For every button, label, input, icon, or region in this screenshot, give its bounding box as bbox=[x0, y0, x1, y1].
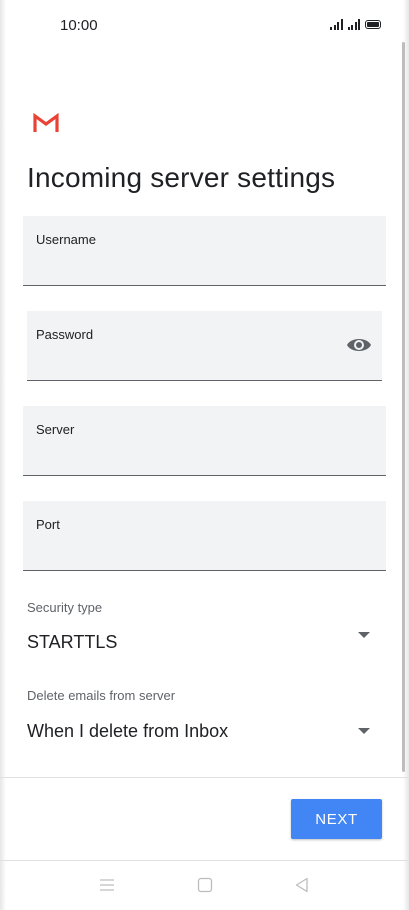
security-type-select[interactable]: STARTTLS bbox=[23, 620, 386, 660]
gmail-logo bbox=[33, 113, 59, 132]
scrollbar[interactable] bbox=[402, 42, 405, 772]
eye-icon[interactable] bbox=[346, 335, 372, 355]
back-icon[interactable] bbox=[293, 876, 311, 894]
next-button[interactable]: NEXT bbox=[291, 799, 382, 839]
status-time: 10:00 bbox=[60, 17, 98, 34]
server-label: Server bbox=[36, 422, 75, 437]
delete-emails-value: When I delete from Inbox bbox=[27, 721, 229, 741]
battery-icon bbox=[365, 20, 381, 29]
signal-icon bbox=[347, 18, 360, 30]
signal-icon bbox=[330, 18, 343, 30]
username-label: Username bbox=[36, 232, 96, 247]
home-icon[interactable] bbox=[196, 876, 214, 894]
password-label: Password bbox=[36, 327, 94, 342]
divider bbox=[0, 777, 409, 778]
security-type-value: STARTTLS bbox=[27, 632, 118, 652]
security-type-label: Security type bbox=[27, 600, 103, 615]
screen: 10:00 Incoming server settings Username … bbox=[0, 0, 409, 910]
delete-emails-select[interactable]: When I delete from Inbox bbox=[23, 708, 386, 748]
chevron-down-icon bbox=[358, 728, 370, 734]
status-icons bbox=[330, 18, 381, 30]
page-title: Incoming server settings bbox=[27, 162, 336, 193]
port-label: Port bbox=[36, 517, 60, 532]
navigation-bar bbox=[0, 861, 409, 910]
password-field[interactable]: Password bbox=[27, 311, 382, 381]
server-field[interactable]: Server bbox=[23, 406, 386, 476]
port-field[interactable]: Port bbox=[23, 501, 386, 571]
chevron-down-icon bbox=[358, 632, 370, 638]
status-bar: 10:00 bbox=[0, 0, 409, 50]
username-field[interactable]: Username bbox=[23, 216, 386, 286]
delete-emails-label: Delete emails from server bbox=[27, 688, 176, 703]
device-edge-left bbox=[0, 0, 6, 910]
menu-icon[interactable] bbox=[98, 876, 116, 894]
